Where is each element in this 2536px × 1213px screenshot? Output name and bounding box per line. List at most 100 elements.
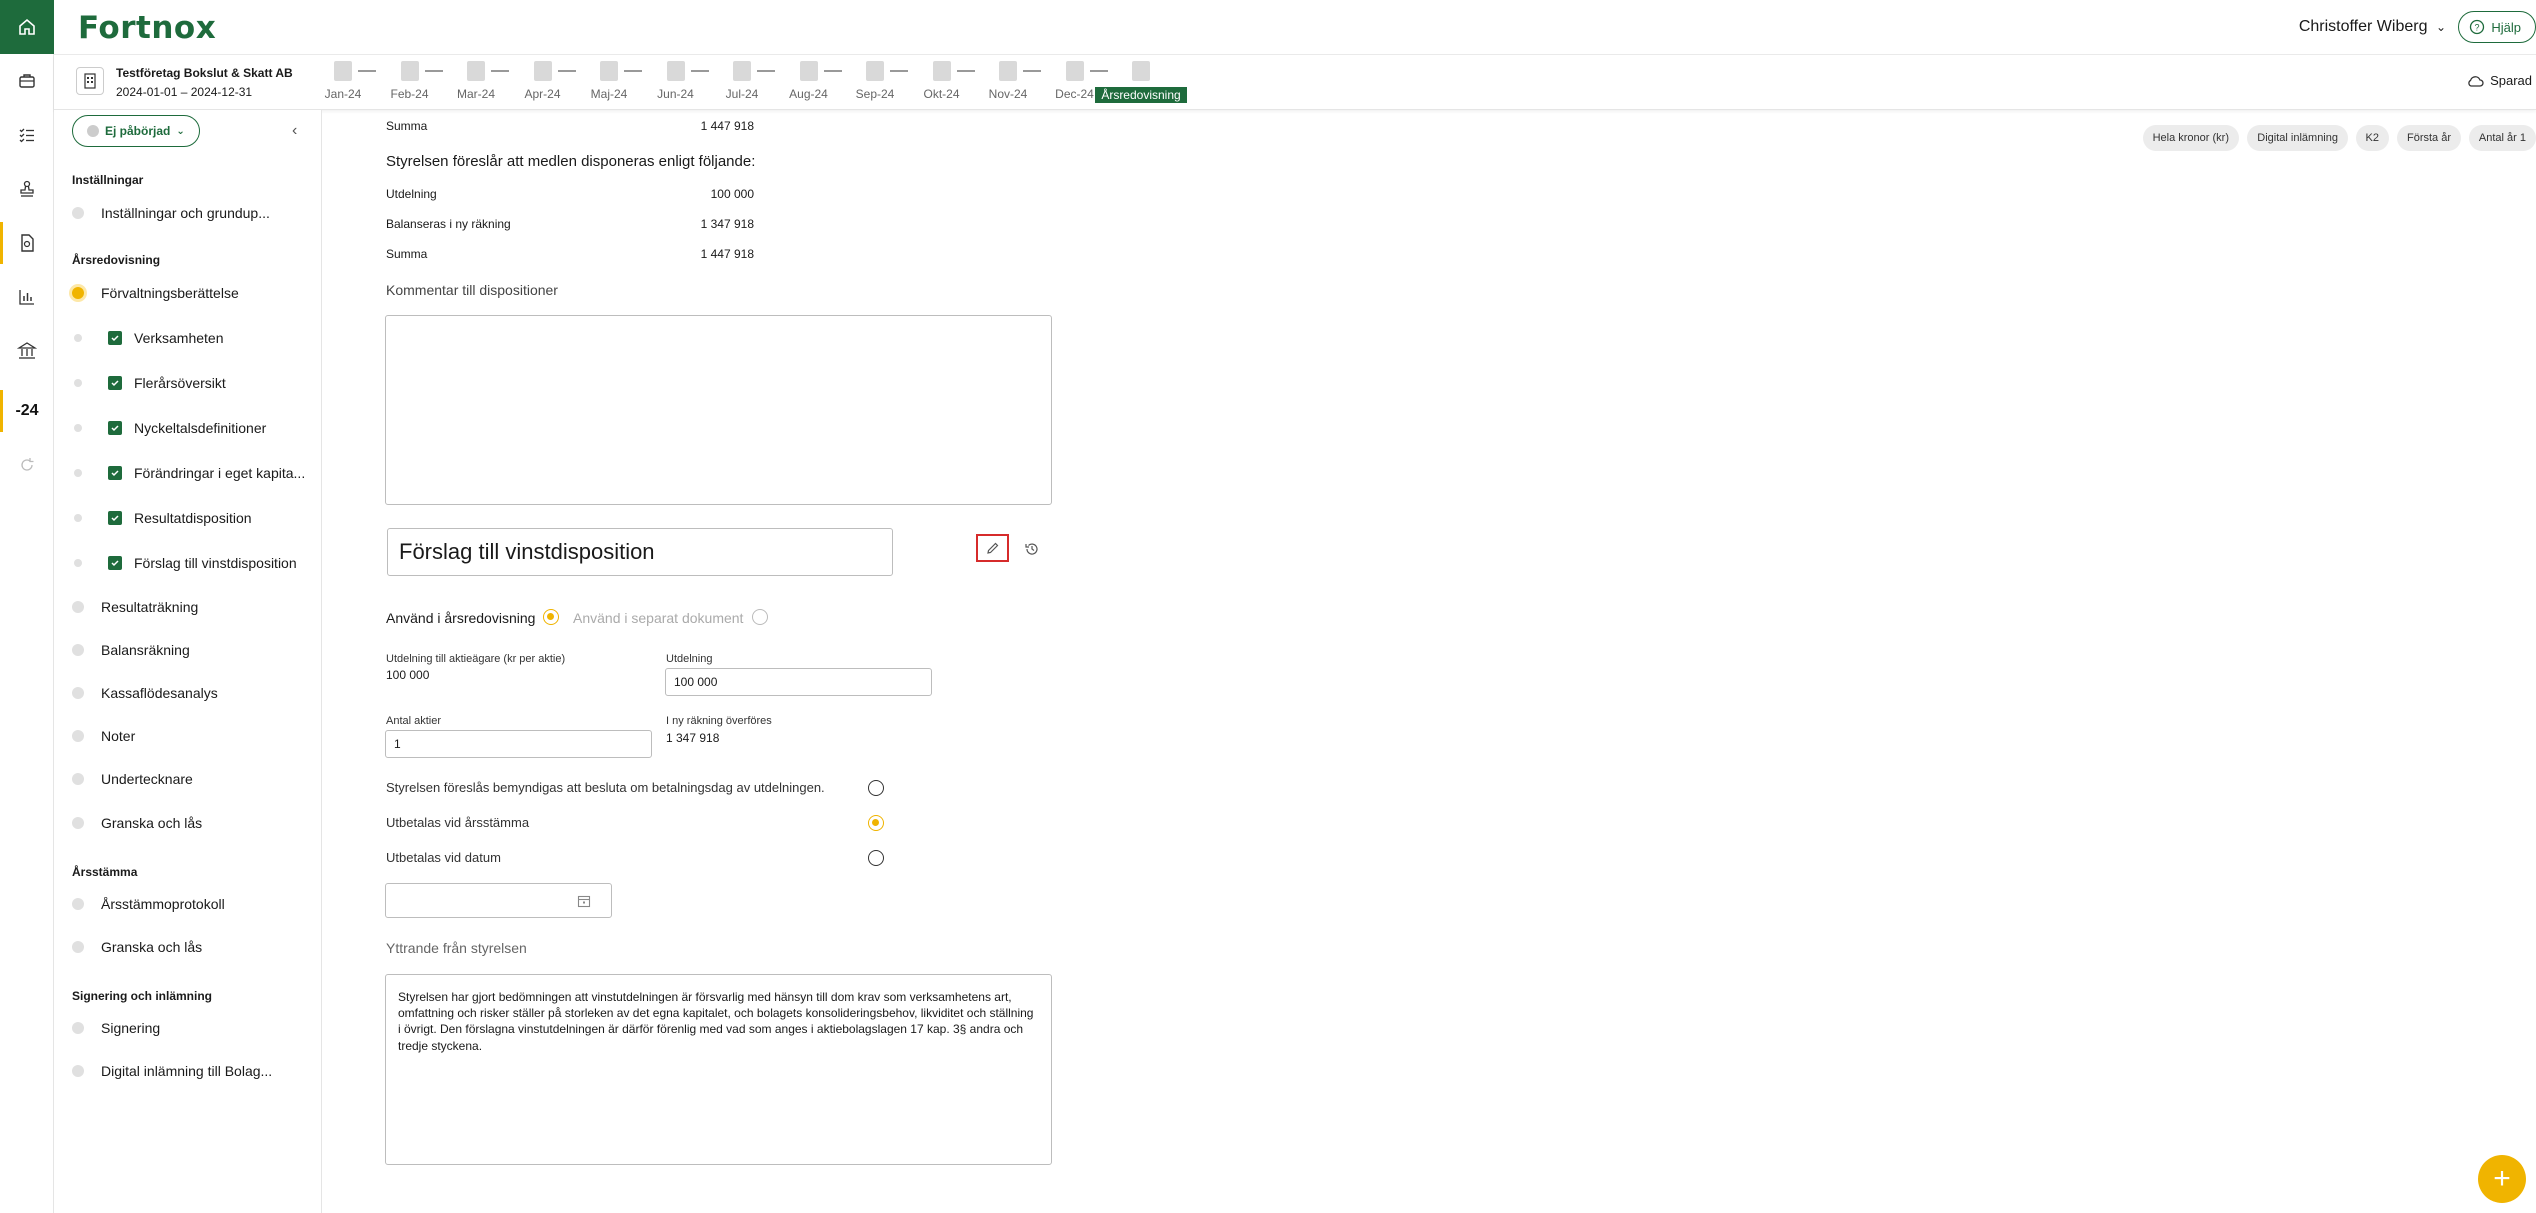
status-dropdown[interactable]: Ej påbörjad ⌄	[72, 115, 200, 147]
comment-textarea[interactable]	[385, 315, 1052, 505]
document-icon	[932, 61, 951, 81]
timeline-period[interactable]: Årsredovisning	[1095, 61, 1187, 103]
title-input[interactable]: Förslag till vinstdisposition	[387, 528, 893, 576]
timeline-period[interactable]: Feb-24	[385, 61, 435, 101]
company-icon[interactable]	[76, 67, 104, 95]
timeline-period[interactable]: Jul-24	[717, 61, 767, 101]
sidebar-item-digital-submission[interactable]: Digital inlämning till Bolag...	[72, 1063, 272, 1079]
nav-tasks[interactable]	[0, 108, 54, 162]
carried-label: Balanseras i ny räkning	[386, 217, 511, 231]
dividend-per-share-label: Utdelning till aktieägare (kr per aktie)	[386, 653, 566, 665]
timeline-period[interactable]: Jan-24	[318, 61, 368, 101]
sidebar-item-signing[interactable]: Signering	[72, 1020, 160, 1036]
nav-history[interactable]	[0, 438, 54, 492]
sidebar-item-label: Undertecknare	[101, 771, 193, 787]
section-signing: Signering och inlämning	[72, 989, 213, 1003]
timeline-period[interactable]: Dec-24	[1050, 61, 1100, 101]
shares-input[interactable]: 1	[385, 730, 652, 758]
sidebar-item-notes[interactable]: Noter	[72, 728, 135, 744]
sidebar-item-signatories[interactable]: Undertecknare	[72, 771, 193, 787]
timeline-label: Jun-24	[657, 87, 694, 101]
section-annual-report: Årsredovisning	[72, 253, 161, 267]
company-period: 2024-01-01 – 2024-12-31	[116, 85, 253, 99]
help-button[interactable]: ? Hjälp	[2458, 11, 2536, 43]
pencil-icon	[986, 542, 998, 554]
chip-digital-submission[interactable]: Digital inlämning	[2247, 125, 2348, 151]
nav-reports[interactable]	[0, 270, 54, 324]
sidebar-item-review-lock[interactable]: Granska och lås	[72, 815, 202, 831]
timeline-period[interactable]: Okt-24	[917, 61, 967, 101]
use-separate-radio[interactable]	[752, 609, 768, 625]
document-icon	[799, 61, 818, 81]
timeline-connector	[624, 70, 642, 72]
help-label: Hjälp	[2491, 19, 2521, 35]
nav-briefcase[interactable]	[0, 54, 54, 108]
sidebar-item-key-ratios[interactable]: Nyckeltalsdefinitioner	[72, 420, 266, 436]
chip-first-year[interactable]: Första år	[2396, 125, 2461, 151]
nav-bank[interactable]	[0, 324, 54, 378]
dividend-value: 100 000	[710, 187, 754, 201]
nav-stamp[interactable]	[0, 162, 54, 216]
home-button[interactable]	[0, 0, 54, 54]
sidebar-item-profit-proposal[interactable]: Förslag till vinstdisposition	[72, 555, 297, 571]
proposal-heading: Styrelsen föreslår att medlen disponeras…	[386, 153, 756, 170]
edit-title-button[interactable]	[976, 534, 1009, 562]
status-icon	[87, 125, 99, 137]
timeline-label: Maj-24	[590, 87, 628, 101]
calendar-icon[interactable]	[577, 894, 591, 908]
reset-title-button[interactable]	[1024, 541, 1040, 562]
sidebar-item-label: Noter	[101, 728, 136, 744]
user-menu[interactable]: Christoffer Wiberg ⌄	[2299, 18, 2446, 36]
top-header: Fortnox Christoffer Wiberg ⌄ ? Hjälp	[54, 0, 2536, 55]
date-input[interactable]	[385, 883, 612, 918]
chip-currency[interactable]: Hela kronor (kr)	[2142, 125, 2239, 151]
timeline-period[interactable]: Jun-24	[651, 61, 701, 101]
chip-k2[interactable]: K2	[2355, 125, 2389, 151]
timeline-label: Årsredovisning	[1095, 87, 1187, 103]
sidebar-item-operations[interactable]: Verksamheten	[72, 330, 224, 346]
collapse-sidebar-icon[interactable]: ‹	[292, 122, 297, 140]
sidebar-item-label: Verksamheten	[134, 330, 224, 346]
fortnox-logo[interactable]: Fortnox	[78, 10, 216, 46]
timeline-period[interactable]: Apr-24	[518, 61, 568, 101]
sidebar-item-income-statement[interactable]: Resultaträkning	[72, 599, 198, 615]
nav-annual-report[interactable]	[0, 216, 54, 270]
sidebar-item-label: Flerårsöversikt	[134, 375, 226, 391]
nav-year[interactable]: -24	[0, 384, 54, 438]
pay-at-date-radio[interactable]	[868, 850, 884, 866]
cloud-icon	[2468, 75, 2484, 87]
statement-textarea[interactable]: Styrelsen har gjort bedömningen att vins…	[385, 974, 1052, 1165]
user-name: Christoffer Wiberg	[2298, 18, 2428, 35]
year-label: -24	[15, 402, 39, 419]
chip-years[interactable]: Antal år 1	[2468, 125, 2536, 151]
dividend-field-label: Utdelning	[666, 653, 713, 665]
authorize-radio[interactable]	[868, 780, 884, 796]
authorize-label: Styrelsen föreslås bemyndigas att beslut…	[386, 780, 825, 795]
timeline-label: Dec-24	[1055, 87, 1094, 101]
dividend-input[interactable]: 100 000	[665, 668, 932, 696]
use-in-report-radio[interactable]	[543, 609, 559, 625]
pay-at-agm-radio[interactable]	[868, 815, 884, 831]
sidebar-item-cash-flow[interactable]: Kassaflödesanalys	[72, 685, 218, 701]
timeline-period[interactable]: Maj-24	[584, 61, 634, 101]
sidebar-item-settings[interactable]: Inställningar och grundup...	[72, 205, 270, 221]
sidebar-item-balance-sheet[interactable]: Balansräkning	[72, 642, 190, 658]
timeline-period[interactable]: Nov-24	[983, 61, 1033, 101]
left-nav-rail: -24	[0, 0, 54, 1213]
sidebar-item-multi-year[interactable]: Flerårsöversikt	[72, 375, 226, 391]
timeline-period[interactable]: Aug-24	[784, 61, 834, 101]
sidebar-item-agm-minutes[interactable]: Årsstämmoprotokoll	[72, 896, 225, 912]
sidebar-item-review-lock-agm[interactable]: Granska och lås	[72, 939, 202, 955]
add-button[interactable]: +	[2478, 1155, 2526, 1203]
carried-value: 1 347 918	[700, 217, 754, 231]
document-icon	[1065, 61, 1084, 81]
sidebar-item-label: Förändringar i eget kapita...	[134, 465, 306, 481]
timeline-period[interactable]: Mar-24	[451, 61, 501, 101]
sidebar-item-result-disposition[interactable]: Resultatdisposition	[72, 510, 252, 526]
sidebar-item-equity-changes[interactable]: Förändringar i eget kapita...	[72, 465, 305, 481]
carried-over-value: 1 347 918	[666, 731, 720, 745]
use-separate-label: Använd i separat dokument	[573, 610, 744, 626]
carried-over-label: I ny räkning överföres	[666, 715, 772, 727]
timeline-period[interactable]: Sep-24	[850, 61, 900, 101]
sidebar-item-management-report[interactable]: Förvaltningsberättelse	[72, 285, 239, 301]
